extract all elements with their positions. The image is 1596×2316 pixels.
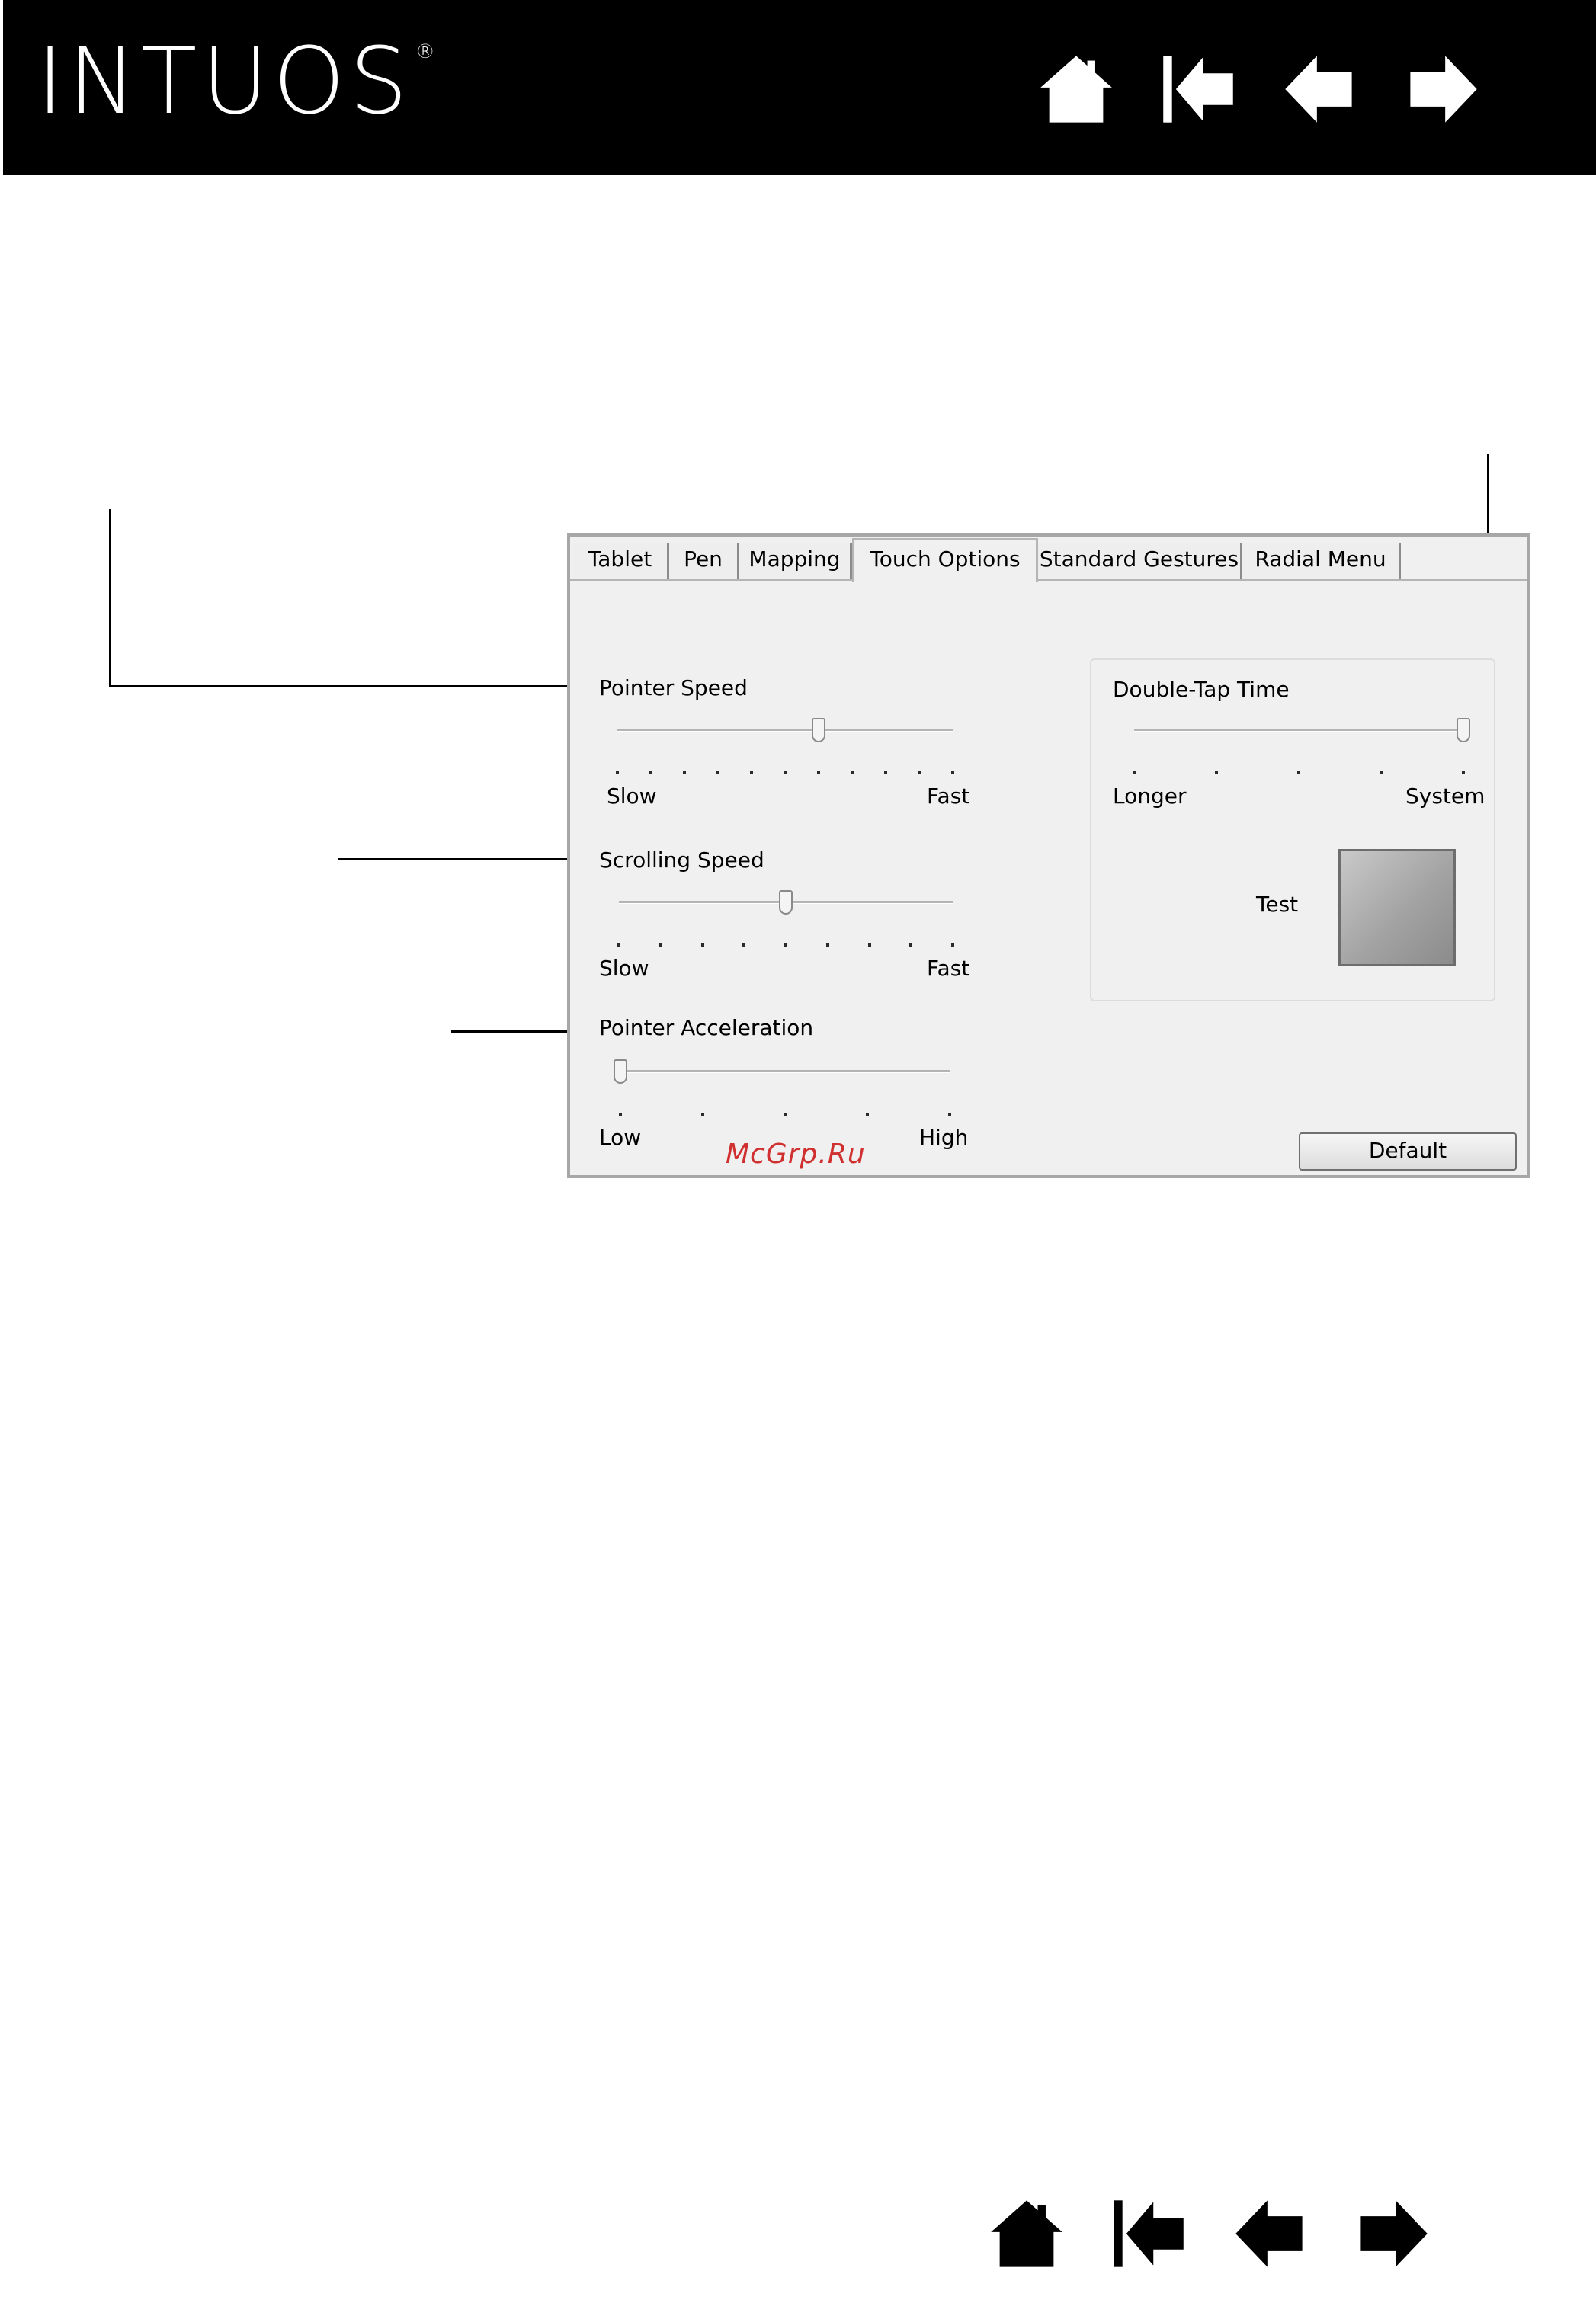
tab-touch-options[interactable]: Touch Options [852, 538, 1038, 582]
tab-strip: Tablet Pen Mapping Touch Options Standar… [570, 537, 1527, 582]
pointer-speed-min-label: Slow [607, 783, 657, 809]
slider-tick [1297, 771, 1300, 774]
slider-tick [619, 1113, 622, 1116]
slider-tick [951, 943, 954, 947]
slider-tick [683, 771, 686, 774]
slider-tick [918, 771, 921, 774]
home-icon[interactable] [987, 2192, 1066, 2276]
slider-tick [742, 943, 746, 947]
slider-tick [616, 771, 619, 774]
slider-tick [866, 1113, 869, 1116]
double-tap-test-area[interactable] [1338, 849, 1456, 966]
callout-line [338, 858, 588, 860]
slider-tick [701, 1113, 704, 1116]
double-tap-time-label: Double-Tap Time [1113, 677, 1290, 702]
brand-name: INTUOS [37, 29, 412, 135]
scrolling-speed-min-label: Slow [599, 956, 649, 981]
pointer-speed-max-label: Fast [927, 783, 970, 809]
first-page-icon[interactable] [1159, 47, 1238, 131]
callout-line [109, 685, 588, 687]
tab-mapping[interactable]: Mapping [739, 543, 852, 579]
slider-tick [716, 771, 719, 774]
double-tap-max-label: System [1405, 783, 1485, 809]
home-icon[interactable] [1037, 47, 1116, 131]
default-button[interactable]: Default [1299, 1132, 1517, 1171]
slider-tick [1462, 771, 1465, 774]
tab-standard-gestures[interactable]: Standard Gestures [1038, 543, 1242, 579]
pointer-acceleration-min-label: Low [599, 1125, 642, 1150]
slider-tick [817, 771, 820, 774]
slider-tick [948, 1113, 951, 1116]
brand-registered-mark: ® [415, 40, 435, 63]
slider-tick [784, 1113, 787, 1116]
slider-tick [659, 943, 662, 947]
slider-tick [951, 771, 954, 774]
previous-page-icon[interactable] [1280, 47, 1360, 131]
watermark-text: McGrp.Ru [726, 1139, 866, 1170]
slider-tick [700, 943, 704, 947]
slider-track [617, 729, 953, 732]
slider-tick [617, 943, 620, 947]
slider-track [620, 1070, 950, 1073]
slider-tick [884, 771, 887, 774]
slider-track [1134, 729, 1463, 732]
test-label: Test [1256, 892, 1299, 917]
pointer-speed-label: Pointer Speed [599, 675, 748, 700]
bottom-navigation [987, 2192, 1432, 2276]
tab-tablet[interactable]: Tablet [573, 543, 669, 579]
callout-line [109, 509, 111, 687]
first-page-icon[interactable] [1109, 2192, 1188, 2276]
slider-thumb[interactable] [614, 1059, 627, 1084]
double-tap-min-label: Longer [1113, 783, 1187, 809]
tab-radial-menu[interactable]: Radial Menu [1242, 543, 1401, 579]
slider-thumb[interactable] [1457, 718, 1470, 742]
brand-logo: INTUOS ® [37, 37, 435, 128]
scrolling-speed-max-label: Fast [927, 956, 970, 981]
touch-options-dialog: Tablet Pen Mapping Touch Options Standar… [567, 533, 1530, 1178]
tab-pen[interactable]: Pen [669, 543, 739, 579]
top-navigation [1037, 47, 1482, 131]
pointer-acceleration-label: Pointer Acceleration [599, 1015, 814, 1040]
slider-tick [825, 943, 829, 947]
slider-tick [649, 771, 652, 774]
slider-tick [1133, 771, 1136, 774]
next-page-icon[interactable] [1402, 47, 1482, 131]
slider-tick [784, 943, 787, 947]
slider-tick [867, 943, 871, 947]
slider-tick [1215, 771, 1218, 774]
slider-tick [851, 771, 854, 774]
pointer-acceleration-max-label: High [919, 1125, 969, 1150]
next-page-icon[interactable] [1353, 2192, 1432, 2276]
slider-tick [784, 771, 787, 774]
slider-tick [1380, 771, 1383, 774]
previous-page-icon[interactable] [1231, 2192, 1310, 2276]
slider-thumb[interactable] [779, 890, 793, 915]
slider-tick [909, 943, 913, 947]
scrolling-speed-label: Scrolling Speed [599, 847, 764, 873]
slider-thumb[interactable] [812, 718, 825, 742]
slider-tick [750, 771, 753, 774]
